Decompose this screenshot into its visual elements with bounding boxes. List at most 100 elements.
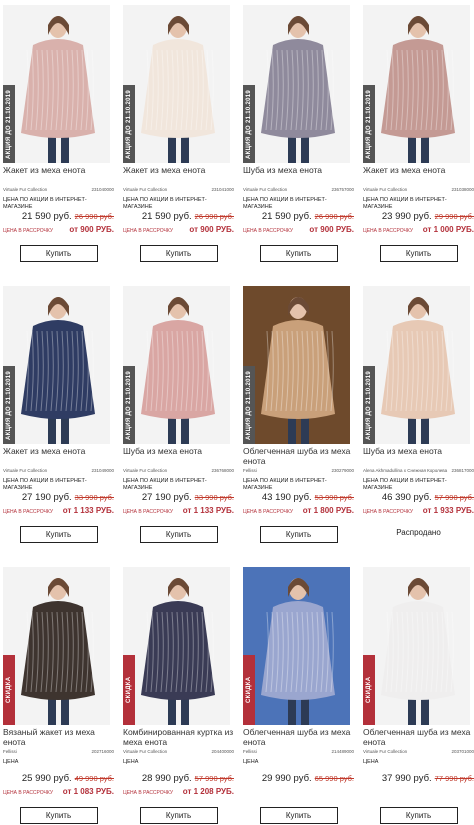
product-image[interactable]: СКИДКА	[363, 567, 470, 725]
old-price: 33 990 руб.	[194, 493, 234, 502]
product-image[interactable]: АКЦИЯ ДО 21.10.2019	[243, 286, 350, 444]
price-row: 43 190 руб. 53 990 руб.	[243, 492, 354, 504]
installment-price: от 1 133 РУБ.	[62, 506, 114, 515]
installment-label: ЦЕНА В РАССРОЧКУ	[123, 509, 174, 515]
promo-badge: АКЦИЯ ДО 21.10.2019	[123, 366, 135, 444]
current-price: 43 190 руб.	[261, 492, 312, 503]
product-title[interactable]: Вязаный жакет из меха енота	[3, 727, 114, 747]
buy-button[interactable]: Купить	[379, 245, 458, 262]
product-sku: 231040000	[91, 187, 114, 192]
current-price: 28 990 руб.	[141, 773, 192, 784]
buy-button[interactable]: Купить	[259, 526, 338, 543]
product-photo	[363, 567, 470, 725]
product-title[interactable]: Облегченная шуба из меха енота	[243, 446, 354, 466]
installment-row: ЦЕНА В РАССРОЧКУ от 1 800 РУБ.	[243, 506, 354, 518]
old-price: 65 990 руб.	[314, 774, 354, 783]
price-row: 23 990 руб. 29 990 руб.	[363, 211, 474, 223]
installment-row	[363, 787, 474, 799]
installment-row: ЦЕНА В РАССРОЧКУ от 900 РУБ.	[3, 225, 114, 237]
sale-badge: СКИДКА	[123, 655, 135, 725]
product-photo	[123, 5, 230, 163]
product-photo	[3, 567, 110, 725]
product-title[interactable]: Шуба из меха енота	[123, 446, 234, 466]
product-photo	[243, 5, 350, 163]
product-title[interactable]: Облегченная шуба из меха енота	[243, 727, 354, 747]
price-row: 46 390 руб. 57 990 руб.	[363, 492, 474, 504]
product-image[interactable]: АКЦИЯ ДО 21.10.2019	[363, 286, 470, 444]
product-card: АКЦИЯ ДО 21.10.2019 Жакет из меха енота Vi…	[363, 5, 474, 262]
installment-label: ЦЕНА В РАССРОЧКУ	[3, 790, 54, 796]
product-image[interactable]: АКЦИЯ ДО 21.10.2019	[243, 5, 350, 163]
price-row: 29 990 руб. 65 990 руб.	[243, 773, 354, 785]
brand-name: Virtuale Fur Collection	[243, 187, 288, 192]
old-price: 26 990 руб.	[74, 212, 114, 221]
old-price: 33 990 руб.	[74, 493, 114, 502]
installment-label: ЦЕНА В РАССРОЧКУ	[123, 228, 174, 234]
installment-price: от 900 РУБ.	[69, 225, 114, 234]
product-image[interactable]: СКИДКА	[3, 567, 110, 725]
product-meta: Virtuale Fur Collection 204400000	[123, 749, 234, 757]
buy-button[interactable]: Купить	[19, 526, 98, 543]
product-image[interactable]: АКЦИЯ ДО 21.10.2019	[123, 286, 230, 444]
sale-badge: СКИДКА	[243, 655, 255, 725]
product-sku: 230279000	[331, 468, 354, 473]
product-card: АКЦИЯ ДО 21.10.2019 Жакет из меха енота Vi…	[3, 5, 114, 262]
promo-badge: АКЦИЯ ДО 21.10.2019	[123, 85, 135, 163]
buy-button[interactable]: Купить	[19, 807, 98, 824]
current-price: 46 390 руб.	[381, 492, 432, 503]
product-meta: Fellissi 214489000	[243, 749, 354, 757]
installment-price: от 1 000 РУБ.	[422, 225, 474, 234]
product-image[interactable]: АКЦИЯ ДО 21.10.2019	[123, 5, 230, 163]
product-image[interactable]: АКЦИЯ ДО 21.10.2019	[3, 5, 110, 163]
buy-button[interactable]: Купить	[139, 245, 218, 262]
product-title[interactable]: Облегченная шуба из меха енота	[363, 727, 474, 747]
promo-label: ЦЕНА ПО АКЦИИ В ИНТЕРНЕТ-МАГАЗИНЕ	[363, 478, 447, 491]
product-photo	[123, 567, 230, 725]
installment-label: ЦЕНА В РАССРОЧКУ	[3, 509, 54, 515]
product-sku: 214489000	[331, 749, 354, 754]
product-title[interactable]: Комбинированная куртка из меха енота	[123, 727, 234, 747]
buy-button[interactable]: Купить	[139, 526, 218, 543]
old-price: 49 990 руб.	[74, 774, 114, 783]
product-photo	[3, 286, 110, 444]
price-row: 28 990 руб. 57 990 руб.	[123, 773, 234, 785]
price-row: 21 590 руб. 26 990 руб.	[123, 211, 234, 223]
installment-label: ЦЕНА В РАССРОЧКУ	[243, 509, 294, 515]
buy-button[interactable]: Купить	[139, 807, 218, 824]
product-sku: 203701000	[451, 749, 474, 754]
product-meta: Virtuale Fur Collection 231049000	[3, 468, 114, 476]
old-price: 57 990 руб.	[434, 493, 474, 502]
product-image[interactable]: АКЦИЯ ДО 21.10.2019	[363, 5, 470, 163]
promo-label: ЦЕНА ПО АКЦИИ В ИНТЕРНЕТ-МАГАЗИНЕ	[363, 197, 447, 210]
installment-row: ЦЕНА В РАССРОЧКУ от 1 000 РУБ.	[363, 225, 474, 237]
installment-row: ЦЕНА В РАССРОЧКУ от 1 933 РУБ.	[363, 506, 474, 518]
installment-row: ЦЕНА В РАССРОЧКУ от 1 208 РУБ.	[123, 787, 234, 799]
product-title[interactable]: Жакет из меха енота	[123, 165, 234, 185]
buy-button[interactable]: Купить	[259, 245, 338, 262]
product-meta: Fellissi 202716000	[3, 749, 114, 757]
product-title[interactable]: Жакет из меха енота	[3, 446, 114, 466]
buy-button[interactable]: Купить	[379, 807, 458, 824]
promo-badge: АКЦИЯ ДО 21.10.2019	[3, 366, 15, 444]
product-photo	[243, 567, 350, 725]
product-title[interactable]: Жакет из меха енота	[3, 165, 114, 185]
product-image[interactable]: СКИДКА	[123, 567, 230, 725]
price-row: 37 990 руб. 77 990 руб.	[363, 773, 474, 785]
product-sku: 236757000	[331, 187, 354, 192]
product-image[interactable]: АКЦИЯ ДО 21.10.2019	[3, 286, 110, 444]
buy-button[interactable]: Купить	[19, 245, 98, 262]
promo-label: ЦЕНА ПО АКЦИИ В ИНТЕРНЕТ-МАГАЗИНЕ	[123, 197, 207, 210]
product-meta: Virtuale Fur Collection 231038000	[363, 187, 474, 195]
buy-button[interactable]: Купить	[259, 807, 338, 824]
product-meta: Virtuale Fur Collection 231041000	[123, 187, 234, 195]
price-row: 21 590 руб. 26 990 руб.	[3, 211, 114, 223]
product-title[interactable]: Жакет из меха енота	[363, 165, 474, 185]
brand-name: Virtuale Fur Collection	[123, 187, 168, 192]
promo-label: ЦЕНА ПО АКЦИИ В ИНТЕРНЕТ-МАГАЗИНЕ	[243, 478, 327, 491]
product-meta: Alena Akhmadullina x Снежная Королева 236…	[363, 468, 474, 476]
product-meta: Virtuale Fur Collection 231040000	[3, 187, 114, 195]
installment-label: ЦЕНА В РАССРОЧКУ	[243, 228, 294, 234]
product-image[interactable]: СКИДКА	[243, 567, 350, 725]
product-title[interactable]: Шуба из меха енота	[243, 165, 354, 185]
product-title[interactable]: Шуба из меха енота	[363, 446, 474, 466]
